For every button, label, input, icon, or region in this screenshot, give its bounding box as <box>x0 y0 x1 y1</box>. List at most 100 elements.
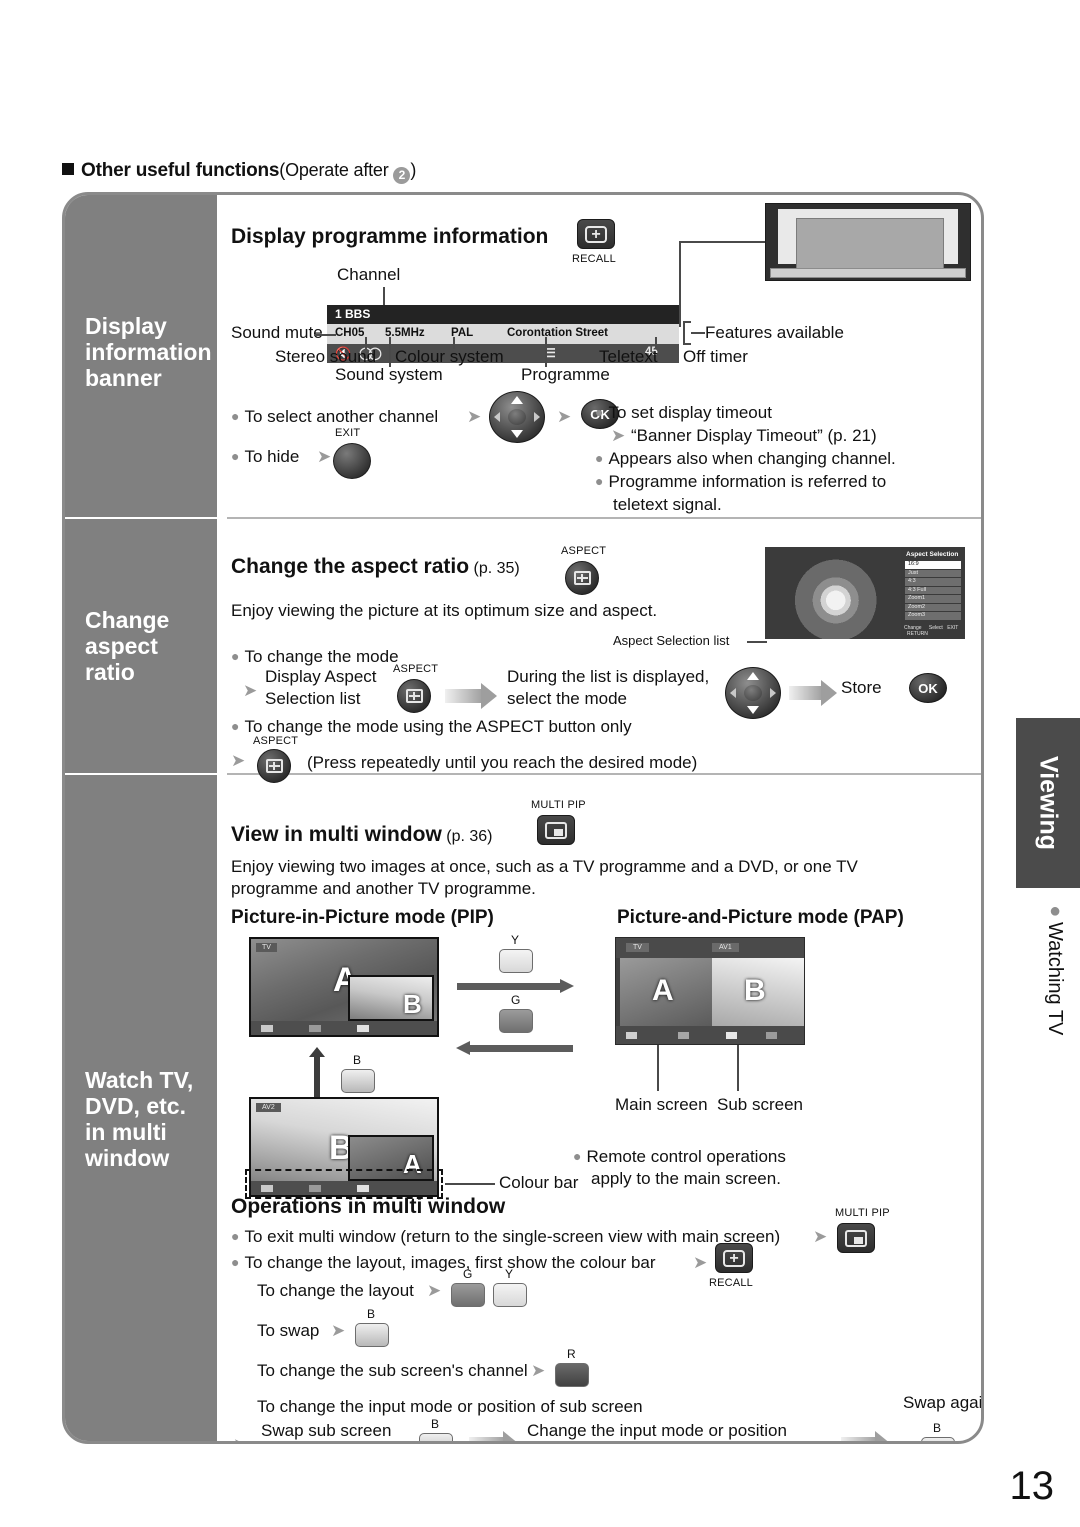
section-aspect-title: Change the aspect ratio (p. 35) <box>231 555 520 578</box>
multipip-button-label-2: MULTI PIP <box>835 1207 890 1219</box>
pip-title: Picture-in-Picture mode (PIP) <box>231 907 494 928</box>
pap-title: Picture-and-Picture mode (PAP) <box>617 907 904 928</box>
key-label-g: G <box>511 993 521 1007</box>
page-header-subtitle-open: (Operate after <box>279 160 394 180</box>
step-badge-2: 2 <box>393 167 411 184</box>
key-label-b-4: B <box>933 1421 942 1435</box>
aspect-button-label-1: ASPECT <box>561 545 607 557</box>
colour-key-y[interactable] <box>499 949 533 973</box>
osd-ch: CH05 <box>335 327 365 339</box>
step-swap-line1: Swap sub screen <box>261 1421 392 1440</box>
leader-line-colourbar <box>445 1183 495 1185</box>
step1-line2: Selection list <box>265 689 361 708</box>
sidebar-divider-2 <box>65 773 217 775</box>
exit-button[interactable] <box>333 443 371 479</box>
aspect-option-6[interactable]: Zoom3 <box>905 612 961 620</box>
aspect-button-label-2: ASPECT <box>393 663 439 675</box>
note-remote-line1: Remote control operations <box>573 1147 785 1167</box>
exit-button-label: EXIT <box>335 427 361 439</box>
multipip-button-2[interactable] <box>837 1223 875 1253</box>
colour-key-b-1[interactable] <box>341 1069 375 1093</box>
leader-line-mute <box>314 334 336 336</box>
colour-key-b-2[interactable] <box>355 1323 389 1347</box>
aspect-intro: Enjoy viewing the picture at its optimum… <box>231 601 658 620</box>
screen-tag-tv-1: TV <box>256 943 277 952</box>
step-change-line2: by the remote control (p. 12 or p. 14) <box>527 1443 803 1444</box>
step-swap-line2: for main screen <box>261 1443 378 1444</box>
recall-button-label: RECALL <box>572 253 616 265</box>
bullet-square-icon <box>62 163 74 175</box>
aspect-option-0[interactable]: 16:9 <box>905 561 961 569</box>
side-tab-viewing[interactable]: Viewing <box>1016 718 1080 888</box>
colour-key-g-2[interactable] <box>451 1283 485 1307</box>
section-multi-title: View in multi window (p. 36) <box>231 823 493 846</box>
note-appears-on-change: Appears also when changing channel. <box>595 449 895 469</box>
aspect-osd-title: Aspect Selection <box>906 551 959 558</box>
aspect-option-4[interactable]: Zoom1 <box>905 595 961 603</box>
sidebar-divider-1 <box>65 517 217 519</box>
colour-bar-1 <box>251 1021 437 1035</box>
colour-key-r[interactable] <box>555 1363 589 1387</box>
row-sub-channel: To change the sub screen's channel <box>257 1361 528 1380</box>
content-frame: Display information banner Change aspect rat… <box>62 192 984 1444</box>
osd-channel-name: 1 BBS <box>327 305 679 324</box>
multi-intro-line1: Enjoy viewing two images at once, such a… <box>231 857 858 876</box>
aspect-option-1[interactable]: Just <box>905 569 961 577</box>
arrow-icon-6: ➤ <box>231 751 246 770</box>
arrow-icon-1: ➤ <box>467 407 482 426</box>
page-number: 13 <box>1009 1464 1055 1508</box>
aspect-only-note: (Press repeatedly until you reach the de… <box>307 753 698 772</box>
leader-line-soundsystem <box>389 337 391 367</box>
colour-key-y-2[interactable] <box>493 1283 527 1307</box>
recall-button[interactable] <box>577 219 615 249</box>
content-divider-1 <box>227 517 981 519</box>
recall-button-label-2: RECALL <box>709 1277 753 1289</box>
aspect-footer-select: Select <box>928 625 943 631</box>
bullet-colour-bar: To change the layout, images, first show… <box>231 1253 655 1273</box>
aspect-osd-footer: Change Select EXIT RETURN <box>904 625 962 637</box>
aspect-button-3[interactable] <box>257 749 291 783</box>
flow-arrow-1 <box>445 683 497 709</box>
multipip-button-1[interactable] <box>537 815 575 845</box>
recall-button-2[interactable] <box>715 1243 753 1273</box>
callout-teletext: Teletext <box>599 347 658 366</box>
aspect-button-2[interactable] <box>397 679 431 713</box>
colour-key-b-4[interactable] <box>921 1437 955 1441</box>
callout-channel: Channel <box>337 265 401 284</box>
key-label-r: R <box>567 1347 576 1361</box>
aspect-button-1[interactable] <box>565 561 599 595</box>
ok-button-2[interactable]: OK <box>909 673 947 703</box>
multi-intro-line2: programme and another TV programme. <box>231 879 536 898</box>
tv-set-illustration <box>765 203 971 281</box>
side-tab-label: Viewing <box>1034 755 1063 851</box>
section-operations-title: Operations in multi window <box>231 1195 506 1218</box>
key-label-b-3: B <box>431 1417 440 1431</box>
leader-line-subscreen <box>737 1045 739 1091</box>
note-display-timeout: To set display timeout <box>595 403 771 423</box>
content-area: Display programme information RECALL Cha… <box>217 195 981 1441</box>
note-banner-timeout-ref: “Banner Display Timeout” (p. 21) <box>631 426 877 445</box>
aspect-option-2[interactable]: 4:3 <box>905 578 961 586</box>
store-label: Store <box>841 678 882 697</box>
flow-arrow-4 <box>841 1431 891 1441</box>
dpad-button[interactable] <box>489 391 545 443</box>
colour-key-g[interactable] <box>499 1009 533 1033</box>
dpad-button-2[interactable] <box>725 667 781 719</box>
leader-line-stereo <box>365 337 367 349</box>
side-tab-bullet-icon: ● <box>1044 900 1066 922</box>
key-label-y: Y <box>511 933 520 947</box>
callout-sub-screen: Sub screen <box>717 1095 803 1114</box>
multipip-button-label-1: MULTI PIP <box>531 799 586 811</box>
content-divider-2 <box>227 773 981 775</box>
aspect-option-3[interactable]: 4:3 Full <box>905 586 961 594</box>
leader-line-mainscreen <box>657 1045 659 1091</box>
colour-key-b-3[interactable] <box>419 1433 453 1441</box>
pap-screenshot: TV AV1 A B <box>615 937 805 1045</box>
leader-line-tv <box>679 241 765 243</box>
osd-row-info: CH05 5.5MHz PAL Corontation Street <box>327 324 679 344</box>
key-label-g-2: G <box>463 1267 473 1281</box>
bracket-features <box>683 321 685 345</box>
bullet-aspect-only: To change the mode using the ASPECT butt… <box>231 717 631 737</box>
swap-again-label: Swap again <box>903 1393 984 1412</box>
aspect-option-5[interactable]: Zoom2 <box>905 603 961 611</box>
